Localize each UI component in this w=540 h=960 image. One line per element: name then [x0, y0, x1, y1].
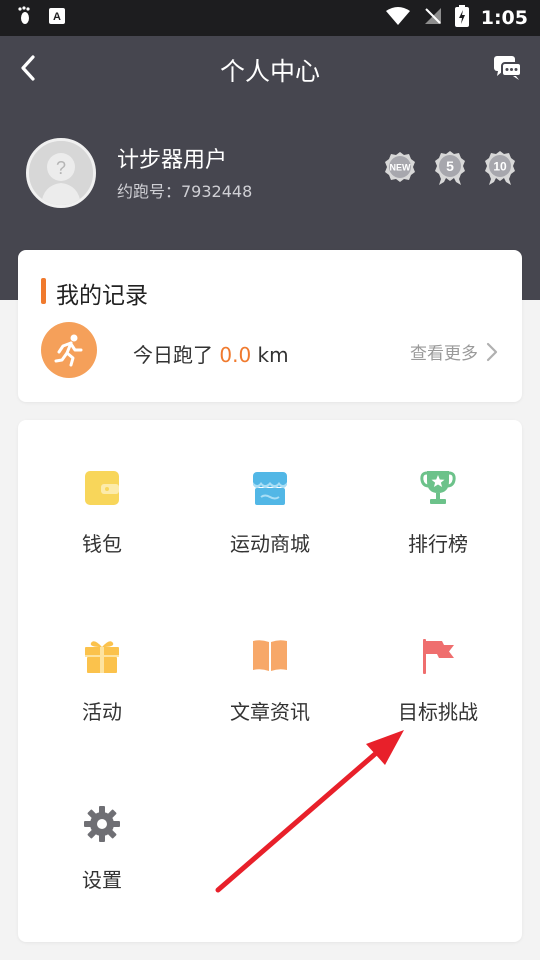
user-id: 约跑号：7932448 [117, 182, 253, 201]
today-prefix: 今日跑了 [133, 343, 220, 367]
menu-grid-card: 钱包 运动商城 排行榜 活动 文章资讯 目标挑战 设置 [18, 420, 522, 942]
wallet-icon [85, 471, 119, 505]
today-unit: km [251, 343, 289, 367]
medal-5-icon: 5 [435, 151, 465, 185]
running-icon [41, 322, 97, 378]
menu-label-leaderboard: 排行榜 [408, 532, 468, 556]
today-distance: 今日跑了 0.0 km [133, 339, 289, 368]
menu-item-articles[interactable]: 文章资讯 [186, 588, 354, 738]
badge-new-label: NEW [390, 163, 412, 173]
view-more-label: 查看更多 [410, 344, 478, 364]
record-title: 我的记录 [56, 283, 148, 309]
status-bar: A 1:05 [0, 0, 540, 36]
badge-10[interactable]: 10 [483, 150, 517, 186]
badge-5-label: 5 [446, 158, 454, 174]
view-more-link[interactable]: 查看更多 [410, 339, 498, 364]
svg-text:A: A [53, 11, 61, 23]
default-avatar-icon: ? [29, 141, 93, 205]
battery-icon [454, 5, 469, 31]
medal-10-icon: 10 [485, 151, 515, 185]
footprint-icon [16, 6, 32, 30]
chevron-right-icon [486, 342, 498, 361]
menu-item-wallet[interactable]: 钱包 [18, 420, 186, 570]
menu-label-wallet: 钱包 [82, 532, 122, 556]
badge-10-label: 10 [493, 160, 507, 174]
avatar[interactable]: ? [26, 138, 96, 208]
menu-label-goal-challenge: 目标挑战 [398, 700, 478, 724]
wifi-icon [385, 6, 411, 30]
menu-item-store[interactable]: 运动商城 [186, 420, 354, 570]
page-title: 个人中心 [219, 57, 320, 86]
messages-button[interactable] [490, 50, 526, 86]
menu-label-articles: 文章资讯 [230, 700, 310, 724]
menu-item-settings[interactable]: 设置 [18, 756, 186, 906]
svg-text:?: ? [56, 158, 66, 178]
trophy-icon [420, 471, 456, 504]
menu-label-settings: 设置 [82, 868, 122, 892]
status-time: 1:05 [480, 7, 528, 29]
menu-item-goal-challenge[interactable]: 目标挑战 [354, 588, 522, 738]
menu-label-store: 运动商城 [230, 532, 310, 556]
badge-new[interactable]: NEW [383, 150, 417, 186]
section-accent-bar [41, 278, 46, 304]
my-record-card: 我的记录 今日跑了 0.0 km 查看更多 [18, 250, 522, 402]
store-icon [253, 472, 287, 505]
menu-item-activity[interactable]: 活动 [18, 588, 186, 738]
chat-icon [494, 56, 522, 80]
flag-icon [423, 639, 454, 674]
book-icon [253, 640, 287, 671]
menu-item-leaderboard[interactable]: 排行榜 [354, 420, 522, 570]
badge-5[interactable]: 5 [433, 150, 467, 186]
today-value: 0.0 [219, 343, 252, 367]
menu-label-activity: 活动 [82, 700, 122, 724]
user-name: 计步器用户 [117, 148, 228, 173]
gift-icon [85, 641, 119, 673]
gear-icon [84, 806, 120, 842]
notification-app-icon: A [48, 7, 66, 29]
new-badge-icon: NEW [385, 152, 415, 182]
no-signal-icon [423, 6, 443, 30]
